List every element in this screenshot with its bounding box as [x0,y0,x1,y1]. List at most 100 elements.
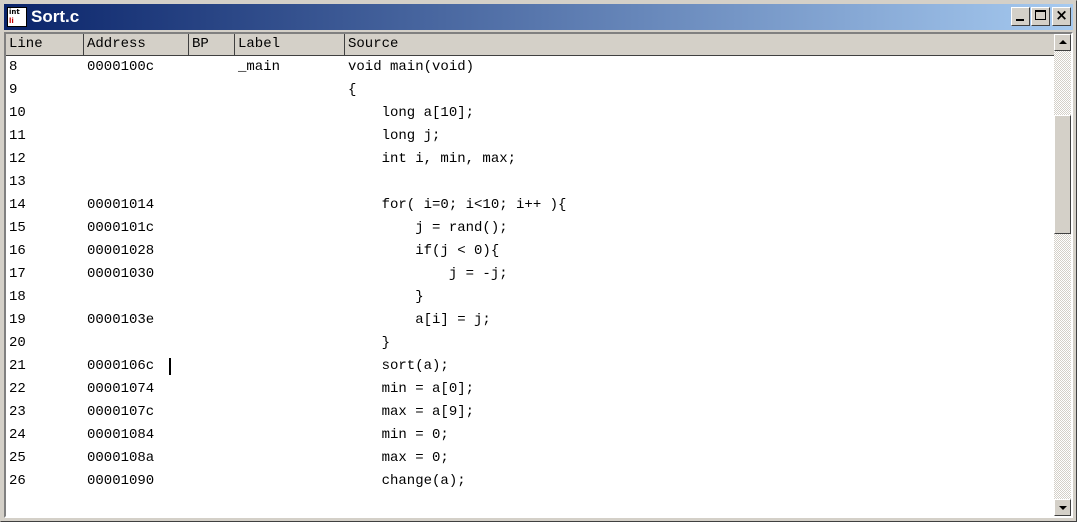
cell-address: 0000108a [87,450,155,466]
source-row[interactable]: 22 00001074 min = a[0]; [6,378,1054,401]
cell-line: 10 [9,105,26,121]
cell-label [235,171,345,194]
cell-bp [189,447,235,470]
cell-source: int i, min, max; [348,151,517,167]
cell-label [235,194,345,217]
source-row[interactable]: 14 00001014 for( i=0; i<10; i++ ){ [6,194,1054,217]
cell-source: j = -j; [348,266,508,282]
cell-label [235,470,345,493]
source-row[interactable]: 21 0000106c sort(a); [6,355,1054,378]
cell-label [235,378,345,401]
minimize-icon [1016,19,1024,21]
source-row[interactable]: 18 } [6,286,1054,309]
cell-bp [189,424,235,447]
cell-bp [189,125,235,148]
source-row[interactable]: 12 int i, min, max; [6,148,1054,171]
cell-label [235,401,345,424]
scroll-up-arrow-icon [1059,40,1067,44]
cell-line: 13 [9,174,26,190]
source-row[interactable]: 23 0000107c max = a[9]; [6,401,1054,424]
cell-source: long j; [348,128,441,144]
scroll-down-button[interactable] [1054,499,1071,516]
cell-address [84,332,189,355]
scroll-down-arrow-icon [1059,506,1067,510]
cell-line: 12 [9,151,26,167]
cell-source: change(a); [348,473,466,489]
source-row[interactable]: 13 [6,171,1054,194]
cell-source: long a[10]; [348,105,475,121]
cell-source [345,171,1054,194]
cell-bp [189,470,235,493]
cell-line: 9 [9,82,18,98]
cell-address [84,125,189,148]
cell-line: 15 [9,220,26,236]
cell-source: a[i] = j; [348,312,491,328]
cell-label [235,102,345,125]
cell-line: 25 [9,450,26,466]
cell-label [235,217,345,240]
cell-address [84,102,189,125]
source-row[interactable]: 15 0000101c j = rand(); [6,217,1054,240]
source-row[interactable]: 19 0000103e a[i] = j; [6,309,1054,332]
header-line[interactable]: Line [6,34,84,56]
cell-label [235,309,345,332]
header-address[interactable]: Address [84,34,189,56]
cell-source: j = rand(); [348,220,508,236]
cell-address: 0000106c [84,355,189,378]
cell-address: 00001028 [87,243,155,259]
cell-source: void main(void) [348,59,475,75]
cell-source: if(j < 0){ [348,243,500,259]
cell-bp [189,79,235,102]
cell-source: max = a[9]; [348,404,475,420]
cell-source: { [348,82,357,98]
source-row[interactable]: 17 00001030 j = -j; [6,263,1054,286]
cell-bp [189,355,235,378]
cell-line: 21 [9,358,26,374]
header-bp[interactable]: BP [189,34,235,56]
cell-address: 00001030 [87,266,155,282]
scroll-thumb[interactable] [1054,115,1071,234]
cell-label [235,424,345,447]
source-row[interactable]: 25 0000108a max = 0; [6,447,1054,470]
cell-label: _main [238,59,281,75]
close-button[interactable]: × [1052,6,1071,26]
source-row[interactable]: 10 long a[10]; [6,102,1054,125]
source-rows: 8 0000100c _main void main(void) 9{10 long a… [6,56,1054,493]
source-list[interactable]: Line Address BP Label Source 8 0000100c _m… [6,34,1054,516]
header-source[interactable]: Source [345,34,1054,56]
window-controls: × [1010,6,1071,26]
source-view: Line Address BP Label Source 8 0000100c _m… [4,32,1073,518]
source-row[interactable]: 20 } [6,332,1054,355]
source-row[interactable]: 9{ [6,79,1054,102]
scroll-up-button[interactable] [1054,34,1071,51]
source-row[interactable]: 24 00001084 min = 0; [6,424,1054,447]
cell-source: } [348,335,391,351]
cell-bp [189,286,235,309]
title-bar[interactable]: int li Sort.c × [4,4,1073,30]
source-row[interactable]: 11 long j; [6,125,1054,148]
intl-app-icon[interactable]: int li [7,7,27,27]
cell-address: 0000100c [87,59,155,75]
source-row[interactable]: 8 0000100c _main void main(void) [6,56,1054,79]
cell-bp [189,378,235,401]
cell-address [84,286,189,309]
cell-line: 18 [9,289,26,305]
cell-label [235,263,345,286]
cell-label [235,286,345,309]
source-row[interactable]: 26 00001090 change(a); [6,470,1054,493]
cell-address: 0000107c [87,404,155,420]
cell-address: 00001074 [87,381,155,397]
header-label[interactable]: Label [235,34,345,56]
cell-bp [189,56,235,79]
window-title: Sort.c [31,7,80,26]
source-row[interactable]: 16 00001028 if(j < 0){ [6,240,1054,263]
cell-source: sort(a); [348,358,449,374]
minimize-button[interactable] [1011,7,1030,26]
cell-label [235,79,345,102]
maximize-button[interactable] [1031,7,1050,26]
cell-source: } [348,289,424,305]
cell-bp [189,332,235,355]
cell-address: 00001084 [87,427,155,443]
cell-bp [189,309,235,332]
vertical-scrollbar[interactable] [1054,34,1071,516]
